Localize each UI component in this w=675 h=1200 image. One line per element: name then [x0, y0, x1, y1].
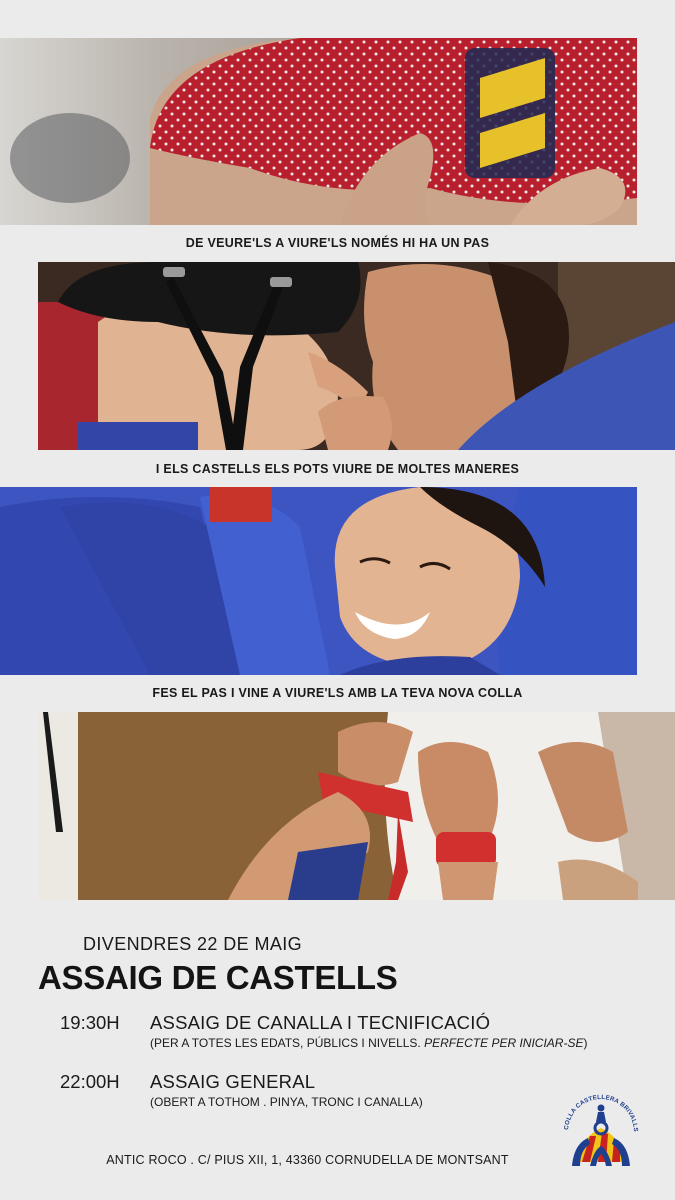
photo-headscarf — [0, 38, 637, 225]
event-address: ANTIC ROCO . C/ PIUS XII, 1, 43360 CORNU… — [106, 1153, 509, 1167]
caption-1: DE VEURE'LS A VIURE'LS NOMÉS HI HA UN PA… — [185, 236, 490, 250]
session-2-note: (OBERT A TOTHOM . PINYA, TRONC I CANALLA… — [150, 1095, 423, 1109]
event-title: ASSAIG DE CASTELLS — [38, 959, 398, 996]
photo-helmet — [38, 262, 675, 450]
session-1-note-text: (PER A TOTES LES EDATS, PÚBLICS I NIVELL… — [150, 1036, 425, 1050]
session-1-note: (PER A TOTES LES EDATS, PÚBLICS I NIVELL… — [150, 1036, 587, 1050]
session-1-time: 19:30H — [60, 1012, 120, 1033]
caption-2: I ELS CASTELLS ELS POTS VIURE DE MOLTES … — [155, 462, 520, 476]
caption-3: FES EL PAS I VINE A VIURE'LS AMB LA TEVA… — [152, 686, 523, 700]
session-1-note-italic: PERFECTE PER INICIAR-SE — [424, 1036, 584, 1050]
event-date: DIVENDRES 22 DE MAIG — [83, 934, 303, 954]
photo-smiling-girl — [0, 487, 637, 675]
session-1-title: ASSAIG DE CANALLA I TECNIFICACIÓ — [150, 1012, 491, 1033]
session-1-note-end: ) — [583, 1036, 588, 1050]
session-2-time: 22:00H — [60, 1071, 120, 1092]
session-2-title: ASSAIG GENERAL — [150, 1071, 316, 1092]
photo-hands — [38, 712, 675, 900]
colla-logo: COLLA CASTELLERA BRIVALLS DE CORNUDELLA — [557, 1083, 642, 1168]
